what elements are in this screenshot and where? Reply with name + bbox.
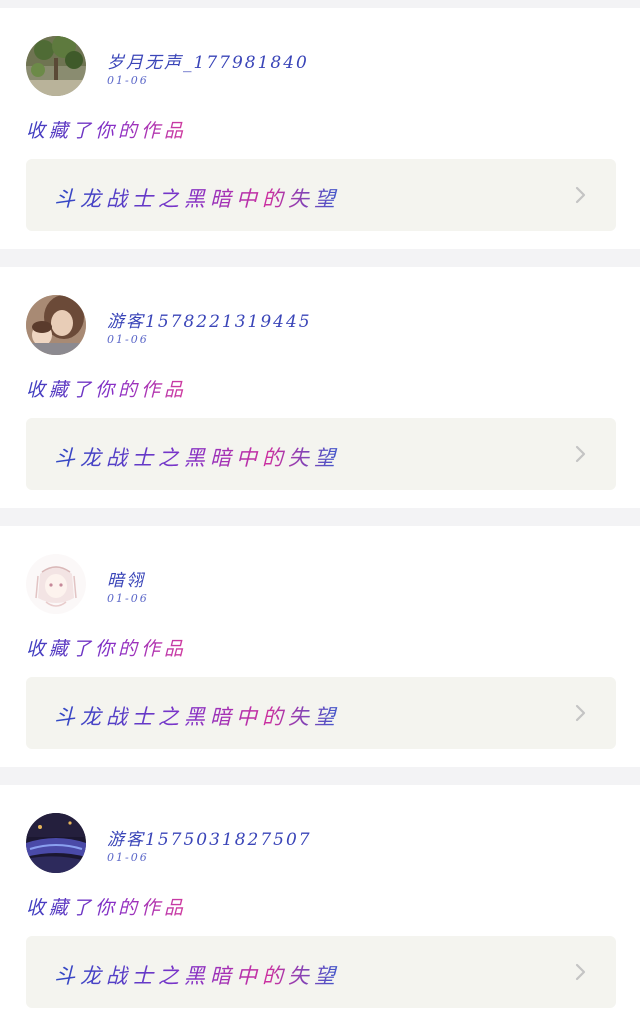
timestamp: 01-06 bbox=[107, 851, 149, 864]
feed-card: 游客1578221319445 01-06 收藏了你的作品 斗龙战士之黑暗中的失… bbox=[0, 267, 640, 508]
username[interactable]: 岁月无声_177981840 bbox=[107, 48, 309, 73]
work-title: 斗龙战士之黑暗中的失望 bbox=[54, 442, 340, 472]
work-link-button[interactable]: 斗龙战士之黑暗中的失望 bbox=[26, 418, 616, 490]
avatar-anime-sketch-icon bbox=[26, 554, 86, 614]
work-title: 斗龙战士之黑暗中的失望 bbox=[54, 183, 340, 213]
activity-text: 收藏了你的作品 bbox=[26, 116, 187, 143]
chevron-right-icon bbox=[575, 963, 586, 981]
work-title: 斗龙战士之黑暗中的失望 bbox=[54, 701, 340, 731]
timestamp: 01-06 bbox=[107, 333, 149, 346]
username[interactable]: 暗翎 bbox=[107, 566, 145, 591]
chevron-right-icon bbox=[575, 186, 586, 204]
feed-card: 暗翎 01-06 收藏了你的作品 斗龙战士之黑暗中的失望 bbox=[0, 526, 640, 767]
user-avatar[interactable] bbox=[26, 554, 86, 614]
user-avatar[interactable] bbox=[26, 295, 86, 355]
work-link-button[interactable]: 斗龙战士之黑暗中的失望 bbox=[26, 159, 616, 231]
avatar-portrait-photo-icon bbox=[26, 295, 86, 355]
feed-card: 岁月无声_177981840 01-06 收藏了你的作品 斗龙战士之黑暗中的失望 bbox=[0, 8, 640, 249]
timestamp: 01-06 bbox=[107, 592, 149, 605]
avatar-night-scene-icon bbox=[26, 813, 86, 873]
user-avatar[interactable] bbox=[26, 36, 86, 96]
activity-text: 收藏了你的作品 bbox=[26, 375, 187, 402]
chevron-right-icon bbox=[575, 704, 586, 722]
timestamp: 01-06 bbox=[107, 74, 149, 87]
username[interactable]: 游客1578221319445 bbox=[107, 307, 312, 332]
user-avatar[interactable] bbox=[26, 813, 86, 873]
activity-feed: 岁月无声_177981840 01-06 收藏了你的作品 斗龙战士之黑暗中的失望… bbox=[0, 8, 640, 1018]
activity-text: 收藏了你的作品 bbox=[26, 634, 187, 661]
avatar-plant-photo-icon bbox=[26, 36, 86, 96]
work-title: 斗龙战士之黑暗中的失望 bbox=[54, 960, 340, 990]
activity-text: 收藏了你的作品 bbox=[26, 893, 187, 920]
work-link-button[interactable]: 斗龙战士之黑暗中的失望 bbox=[26, 677, 616, 749]
username[interactable]: 游客1575031827507 bbox=[107, 825, 312, 850]
work-link-button[interactable]: 斗龙战士之黑暗中的失望 bbox=[26, 936, 616, 1008]
feed-card: 游客1575031827507 01-06 收藏了你的作品 斗龙战士之黑暗中的失… bbox=[0, 785, 640, 1018]
chevron-right-icon bbox=[575, 445, 586, 463]
